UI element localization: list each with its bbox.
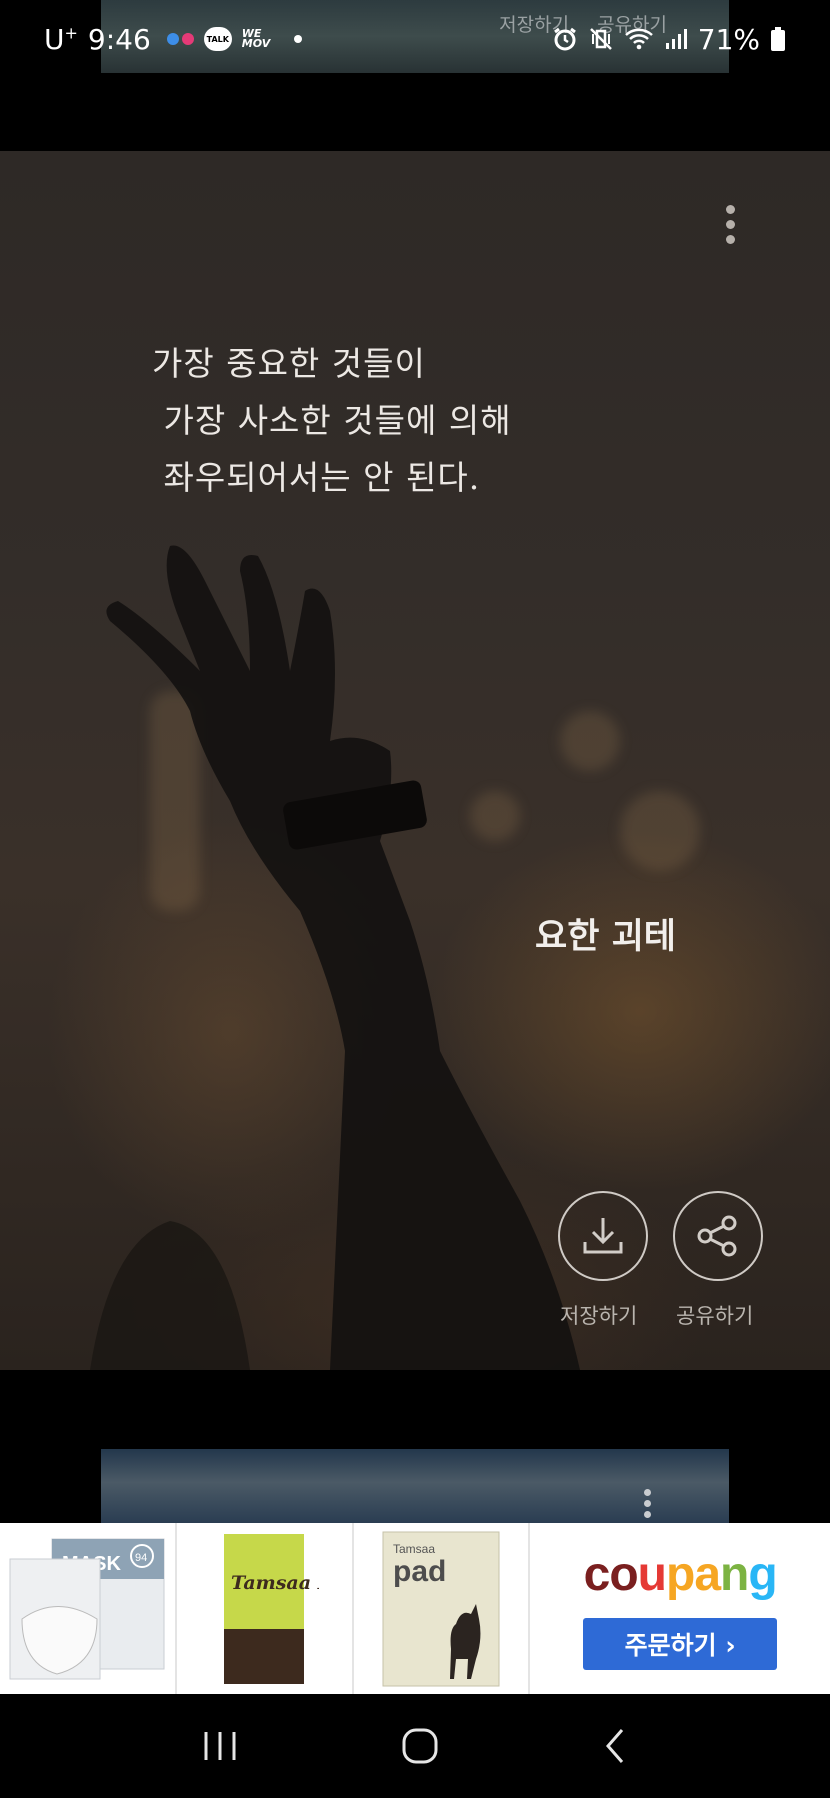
order-button[interactable]: 주문하기 ›	[583, 1618, 778, 1670]
signal-icon	[665, 29, 687, 49]
wemov-icon: WE MOV	[241, 27, 271, 50]
mask-grade-text: 94	[135, 1552, 147, 1564]
quote-line: 좌우되어서는 안 된다.	[152, 458, 481, 497]
save-label[interactable]: 저장하기	[560, 1300, 637, 1330]
share-icon	[697, 1215, 737, 1257]
quote-author: 요한 괴테	[535, 917, 676, 957]
wifi-icon	[624, 28, 653, 50]
quote-text: 가장 중요한 것들이 가장 사소한 것들에 의해 좌우되어서는 안 된다.	[152, 335, 512, 506]
tissue-brand-text: Tamsaa Pure	[231, 1572, 319, 1594]
pet-pad-product-image: Tamsaa pad	[382, 1531, 500, 1686]
next-quote-card[interactable]	[101, 1449, 729, 1523]
quote-line: 가장 중요한 것들이	[152, 344, 426, 383]
back-icon[interactable]	[600, 1726, 630, 1766]
download-icon	[583, 1218, 623, 1254]
raised-hand-image	[90, 545, 580, 1370]
quote-line: 가장 사소한 것들에 의해	[152, 401, 512, 440]
share-button[interactable]	[673, 1191, 763, 1281]
tissue-product-image: Tamsaa Pure	[224, 1533, 319, 1684]
mask-product-image: MASK 94	[9, 1538, 165, 1679]
more-options-icon[interactable]	[644, 1489, 651, 1522]
clock: 9:46	[87, 22, 151, 56]
battery-percent: 71%	[697, 22, 760, 56]
navigation-bar	[0, 1694, 830, 1798]
mask-product[interactable]: MASK 94	[0, 1523, 177, 1694]
carrier-label: U+	[44, 22, 78, 56]
quote-card[interactable]: 가장 중요한 것들이 가장 사소한 것들에 의해 좌우되어서는 안 된다. 요한…	[0, 151, 830, 1370]
notification-dot-icon	[294, 35, 303, 43]
home-icon[interactable]	[400, 1726, 440, 1766]
vibrate-icon	[589, 28, 612, 50]
ad-banner[interactable]: MASK 94 Tamsaa Pure Tamsaa pad coupang 주…	[0, 1523, 830, 1694]
status-bar: U+ 9:46 TALK WE MOV 71%	[0, 0, 830, 78]
pad-brand-text: Tamsaa	[393, 1542, 435, 1556]
pet-pad-product[interactable]: Tamsaa pad	[354, 1523, 531, 1694]
flickr-icon	[166, 33, 194, 45]
coupang-brand[interactable]: coupang 주문하기 ›	[530, 1523, 830, 1694]
coupang-logo: coupang	[583, 1548, 778, 1601]
tissue-product[interactable]: Tamsaa Pure	[177, 1523, 354, 1694]
kakaotalk-icon: TALK	[203, 27, 232, 51]
share-label[interactable]: 공유하기	[676, 1300, 753, 1330]
battery-icon	[771, 27, 785, 51]
recent-apps-icon[interactable]	[200, 1728, 240, 1764]
pad-title-text: pad	[393, 1555, 446, 1588]
save-button[interactable]	[558, 1191, 648, 1281]
alarm-icon	[553, 27, 576, 51]
more-options-icon[interactable]	[725, 205, 737, 247]
